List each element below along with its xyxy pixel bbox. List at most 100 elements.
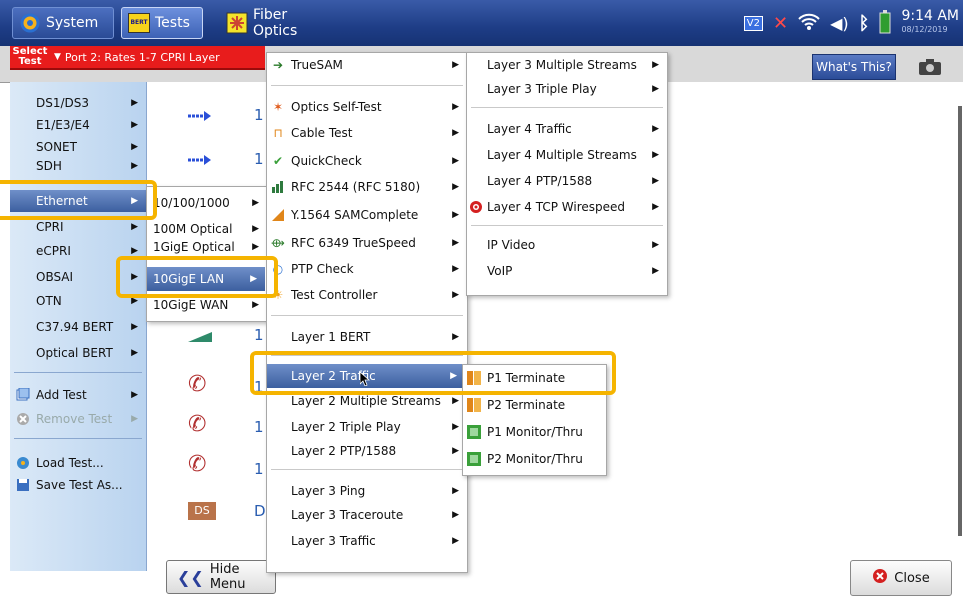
menu-item-p1-monitor-thru[interactable]: P1 Monitor/Thru <box>463 420 606 444</box>
sidebar-item-e1-e3-e4[interactable]: E1/E3/E4 ▶ <box>10 114 146 136</box>
menu-item-optics-self-test[interactable]: ✶ Optics Self-Test ▶ <box>267 95 467 119</box>
menu-item-ip-video[interactable]: IP Video ▶ <box>467 233 667 257</box>
sidebar-item-ethernet[interactable]: Ethernet ▶ <box>10 190 146 212</box>
divider <box>471 107 663 108</box>
menu-item-layer4-ptp1588[interactable]: Layer 4 PTP/1588 ▶ <box>467 169 667 193</box>
sidebar-item-optical-bert[interactable]: Optical BERT ▶ <box>10 342 146 364</box>
hide-menu-button[interactable]: ❮❮ Hide Menu <box>166 560 276 594</box>
sidebar-item-ecpri[interactable]: eCPRI ▶ <box>10 240 146 262</box>
clock-date: 08/12/2019 <box>901 25 948 34</box>
row-number: 1 <box>254 378 264 396</box>
menu-item-layer2-triple-play[interactable]: Layer 2 Triple Play ▶ <box>267 415 467 439</box>
chevron-right-icon: ▶ <box>131 390 138 400</box>
select-test-line2: Test <box>18 56 42 67</box>
menu-item-layer3-traceroute[interactable]: Layer 3 Traceroute ▶ <box>267 503 467 527</box>
chevron-right-icon: ▶ <box>452 536 459 546</box>
menu-item-layer2-multiple-streams[interactable]: Layer 2 Multiple Streams ▶ <box>267 389 467 413</box>
menu-item-p1-terminate[interactable]: P1 Terminate <box>463 366 606 390</box>
menu-item-label: Layer 1 BERT <box>291 330 371 344</box>
arrow-icon <box>188 154 212 176</box>
sidebar-item-label: OTN <box>36 294 62 308</box>
menu-item-10-100-1000[interactable]: 10/100/1000 ▶ <box>147 191 267 215</box>
menu-item-layer3-multiple-streams[interactable]: Layer 3 Multiple Streams ▶ <box>467 53 667 77</box>
menu-item-layer2-ptp1588[interactable]: Layer 2 PTP/1588 ▶ <box>267 439 467 463</box>
camera-icon[interactable] <box>910 54 950 80</box>
menu-item-quickcheck[interactable]: ✔ QuickCheck ▶ <box>267 149 467 173</box>
menu-item-y1564[interactable]: Y.1564 SAMComplete ▶ <box>267 203 467 227</box>
truespeed-icon: ⟴ <box>271 236 285 250</box>
chevron-right-icon: ▶ <box>452 128 459 138</box>
check-icon: ✔ <box>272 154 284 168</box>
menu-item-truesam[interactable]: ➔ TrueSAM ▶ <box>267 53 467 77</box>
bert-icon: BERT <box>128 12 150 34</box>
sidebar-item-label: Ethernet <box>36 194 88 208</box>
menu-item-1gige-optical[interactable]: 1GigE Optical ▶ <box>147 239 267 255</box>
menu-item-label: 1GigE Optical <box>153 240 235 254</box>
chevron-right-icon: ▶ <box>452 210 459 220</box>
menu-item-label: Y.1564 SAMComplete <box>291 208 419 222</box>
chevron-right-icon: ▶ <box>452 396 459 406</box>
chevron-right-icon: ▶ <box>652 124 659 134</box>
sidebar-item-c37-94-bert[interactable]: C37.94 BERT ▶ <box>10 316 146 338</box>
menu-item-layer3-ping[interactable]: Layer 3 Ping ▶ <box>267 479 467 503</box>
close-button[interactable]: Close <box>850 560 952 596</box>
divider <box>271 355 463 356</box>
sidebar-item-obsai[interactable]: OBSAI ▶ <box>10 266 146 288</box>
menu-item-layer4-tcp-wirespeed[interactable]: Layer 4 TCP Wirespeed ▶ <box>467 195 667 219</box>
clock: 9:14 AM 08/12/2019 <box>901 9 959 37</box>
fiber-optics-button[interactable]: Fiber Optics <box>219 7 329 39</box>
chevron-right-icon: ▶ <box>652 240 659 250</box>
menu-item-layer3-traffic[interactable]: Layer 3 Traffic ▶ <box>267 529 467 553</box>
divider <box>471 225 663 226</box>
scrollbar[interactable] <box>958 106 962 536</box>
menu-item-layer3-triple-play[interactable]: Layer 3 Triple Play ▶ <box>467 77 667 101</box>
save-test-item[interactable]: Save Test As... <box>10 474 146 496</box>
sidebar-item-otn[interactable]: OTN ▶ <box>10 290 146 312</box>
sidebar-item-cpri[interactable]: CPRI ▶ <box>10 216 146 238</box>
menu-item-p2-monitor-thru[interactable]: P2 Monitor/Thru <box>463 447 606 471</box>
menu-item-label: P1 Monitor/Thru <box>487 425 583 439</box>
menu-item-rfc2544[interactable]: RFC 2544 (RFC 5180) ▶ <box>267 175 467 199</box>
sidebar-item-label: eCPRI <box>36 244 71 258</box>
whats-this-button[interactable]: What's This? <box>812 54 896 80</box>
menu-item-label: Layer 3 Traffic <box>291 534 376 548</box>
chevron-right-icon: ▶ <box>452 290 459 300</box>
menu-item-voip[interactable]: VoIP ▶ <box>467 259 667 283</box>
monitor-icon <box>467 425 481 439</box>
menu-item-10gige-lan[interactable]: 10GigE LAN ▶ <box>147 267 265 291</box>
menu-item-cable-test[interactable]: ⊓ Cable Test ▶ <box>267 121 467 145</box>
add-test-item[interactable]: Add Test ▶ <box>10 384 146 406</box>
arrow-icon <box>188 110 212 132</box>
menu-item-test-controller[interactable]: ☀ Test Controller ▶ <box>267 283 467 307</box>
select-test-button[interactable]: Select Test ▼ Port 2: Rates 1-7 CPRI Lay… <box>10 46 265 70</box>
mouse-cursor-icon <box>359 371 371 389</box>
menu-item-p2-terminate[interactable]: P2 Terminate <box>463 393 606 417</box>
menu-item-label: Layer 4 TCP Wirespeed <box>487 200 626 214</box>
remove-test-item[interactable]: Remove Test ▶ <box>10 408 146 430</box>
menu-item-100m-optical[interactable]: 100M Optical ▶ <box>147 217 267 241</box>
sidebar-item-sonet[interactable]: SONET ▶ <box>10 136 146 158</box>
menu-item-label: 100M Optical <box>153 222 233 236</box>
sidebar-item-label: CPRI <box>36 220 64 234</box>
chevron-right-icon: ▶ <box>452 446 459 456</box>
menu-item-rfc6349[interactable]: ⟴ RFC 6349 TrueSpeed ▶ <box>267 231 467 255</box>
chevron-right-icon: ▶ <box>452 264 459 274</box>
terminate-icon <box>467 371 481 385</box>
sidebar-item-ds1-ds3[interactable]: DS1/DS3 ▶ <box>10 92 146 114</box>
menu-item-label: Layer 3 Traceroute <box>291 508 404 522</box>
menu-item-label: 10GigE LAN <box>153 272 225 286</box>
chevron-right-icon: ▶ <box>452 486 459 496</box>
row-number: 1 <box>254 460 264 478</box>
menu-item-ptp-check[interactable]: ◐ PTP Check ▶ <box>267 257 467 281</box>
menu-item-layer4-multiple-streams[interactable]: Layer 4 Multiple Streams ▶ <box>467 143 667 167</box>
chevron-right-icon: ▶ <box>652 150 659 160</box>
add-test-icon <box>16 388 30 402</box>
load-test-item[interactable]: Load Test... <box>10 452 146 474</box>
system-button[interactable]: System <box>12 7 114 39</box>
menu-item-layer1-bert[interactable]: Layer 1 BERT ▶ <box>267 325 467 349</box>
sidebar-item-sdh[interactable]: SDH ▶ <box>10 158 146 174</box>
menu-item-layer4-traffic[interactable]: Layer 4 Traffic ▶ <box>467 117 667 141</box>
menu-item-10gige-wan[interactable]: 10GigE WAN ▶ <box>147 293 267 317</box>
tests-button[interactable]: BERT Tests <box>121 7 203 39</box>
v2-badge: V2 <box>743 15 763 31</box>
